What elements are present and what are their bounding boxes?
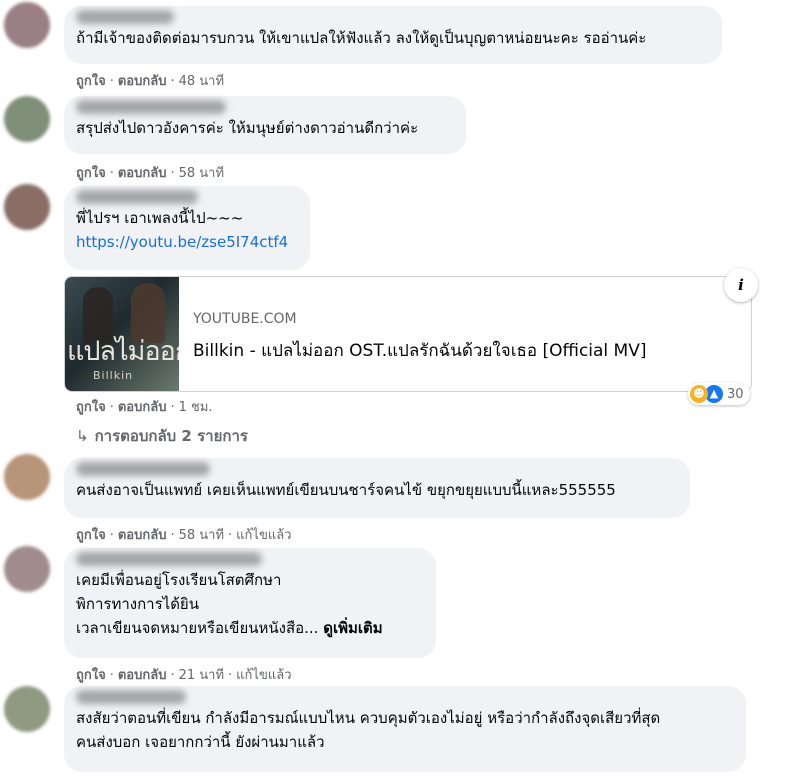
commenter-name[interactable] [76,190,198,204]
comment-bubble: ถ้ามีเจ้าของติดต่อมารบกวน ให้เขาแปลให้ฟั… [64,6,722,64]
comment-text: สรุปส่งไปดาวอังคารค่ะ ให้มนุษย์ต่างดาวอ่… [76,119,419,137]
like-link[interactable]: ถูกใจ [76,668,106,683]
reply-link[interactable]: ตอบกลับ [118,74,167,89]
comment-actions: ถูกใจ · ตอบกลับ · 48 นาที [76,74,225,89]
reply-link[interactable]: ตอบกลับ [118,400,167,415]
link-preview-card[interactable]: แปลไม่ออก Billkin YOUTUBE.COM Billkin - … [64,276,752,392]
comment-text: เวลาเขียนจดหมายหรือเขียนหนังสือ... [76,619,319,637]
avatar[interactable] [4,96,50,142]
thumbnail-figure [83,287,113,343]
timestamp[interactable]: 58 นาที [179,528,224,543]
reply-arrow-icon: ↳ [76,427,89,445]
comment-text: คนส่งบอก เจอยากกว่านี้ ยังผ่านมาแล้ว [76,733,325,751]
comment-actions: ถูกใจ · ตอบกลับ · 58 นาที · แก้ไขแล้ว [76,528,292,543]
thumbnail-figure [131,283,165,343]
comment-actions: ถูกใจ · ตอบกลับ · 1 ชม. [76,400,213,415]
haha-icon: ☻ [690,385,708,403]
youtube-link[interactable]: https://youtu.be/zse5I74ctf4 [76,230,298,254]
comment-text: คนส่งอาจเป็นแพทย์ เคยเห็นแพทย์เขียนบนชาร… [76,481,616,499]
thumbnail-subtitle: Billkin [93,369,134,382]
comment-text: ถ้ามีเจ้าของติดต่อมารบกวน ให้เขาแปลให้ฟั… [76,29,647,47]
comment-text: เคยมีเพื่อนอยู่โรงเรียนโสตศึกษา [76,571,282,589]
like-link[interactable]: ถูกใจ [76,528,106,543]
reply-link[interactable]: ตอบกลับ [118,528,167,543]
edited-label[interactable]: แก้ไขแล้ว [236,528,291,543]
comment-text: พิการทางการได้ยิน [76,595,199,613]
commenter-name[interactable] [76,100,226,114]
commenter-name[interactable] [76,462,210,476]
video-thumbnail[interactable]: แปลไม่ออก Billkin [65,277,179,391]
preview-title[interactable]: Billkin - แปลไม่ออก OST.แปลรักฉันด้วยใจเ… [193,337,647,364]
like-link[interactable]: ถูกใจ [76,74,106,89]
comment-text: พี่ไปรฯ เอาเพลงนี้ไป~~~ [76,209,244,227]
thumbnail-title: แปลไม่ออก [67,336,179,367]
comment-bubble: สงสัยว่าตอนที่เขียน กำลังมีอารมณ์แบบไหน … [64,686,746,772]
comment-bubble: เคยมีเพื่อนอยู่โรงเรียนโสตศึกษา พิการทาง… [64,548,436,658]
see-more-link[interactable]: ดูเพิ่มเติม [323,619,382,637]
avatar[interactable] [4,546,50,592]
comment-bubble: สรุปส่งไปดาวอังคารค่ะ ให้มนุษย์ต่างดาวอ่… [64,96,466,154]
reaction-count: 30 [727,386,744,402]
info-icon[interactable]: i [724,268,758,302]
comment-bubble: พี่ไปรฯ เอาเพลงนี้ไป~~~ https://youtu.be… [64,186,310,270]
comment-actions: ถูกใจ · ตอบกลับ · 58 นาที [76,166,225,181]
commenter-name[interactable] [76,552,262,566]
commenter-name[interactable] [76,10,174,24]
avatar[interactable] [4,686,50,732]
like-link[interactable]: ถูกใจ [76,400,106,415]
commenter-name[interactable] [76,690,186,704]
timestamp[interactable]: 1 ชม. [179,400,213,415]
timestamp[interactable]: 48 นาที [179,74,224,89]
edited-label[interactable]: แก้ไขแล้ว [236,668,291,683]
like-link[interactable]: ถูกใจ [76,166,106,181]
comment-actions: ถูกใจ · ตอบกลับ · 21 นาที · แก้ไขแล้ว [76,668,292,683]
avatar[interactable] [4,2,50,48]
timestamp[interactable]: 58 นาที [179,166,224,181]
comment-bubble: คนส่งอาจเป็นแพทย์ เคยเห็นแพทย์เขียนบนชาร… [64,458,690,518]
preview-source: YOUTUBE.COM [193,311,297,327]
reply-link[interactable]: ตอบกลับ [118,166,167,181]
timestamp[interactable]: 21 นาที [179,668,224,683]
reply-link[interactable]: ตอบกลับ [118,668,167,683]
replies-label: การตอบกลับ 2 รายการ [94,427,248,445]
comment-text: สงสัยว่าตอนที่เขียน กำลังมีอารมณ์แบบไหน … [76,709,661,727]
avatar[interactable] [4,184,50,230]
reaction-summary[interactable]: ☻ ▲ 30 [688,383,750,405]
view-replies-link[interactable]: ↳ การตอบกลับ 2 รายการ [76,424,248,448]
avatar[interactable] [4,454,50,500]
